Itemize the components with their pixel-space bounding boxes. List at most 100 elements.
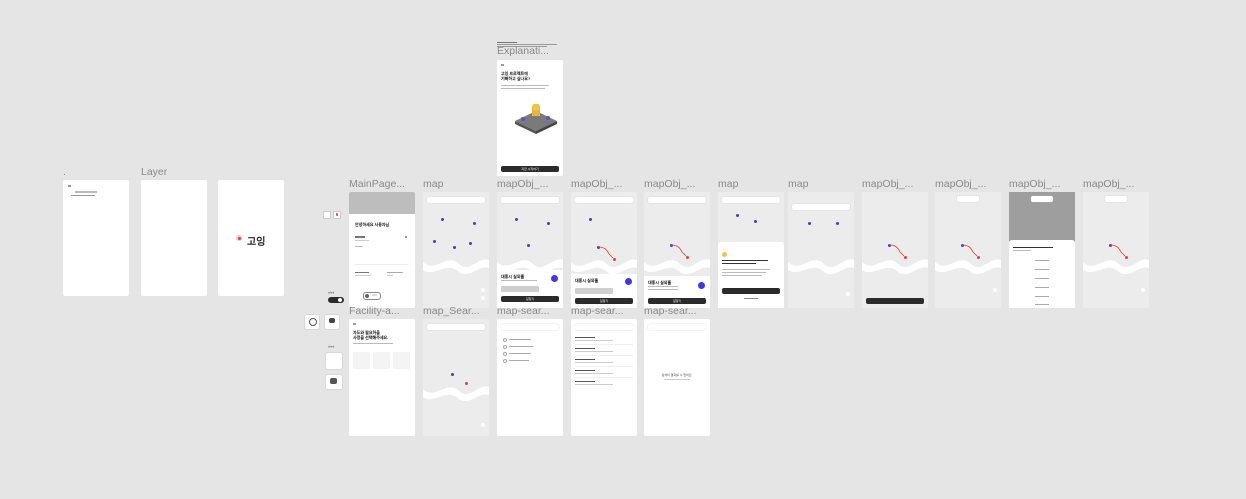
list-item[interactable] bbox=[509, 346, 533, 347]
option-item[interactable] bbox=[1035, 296, 1049, 297]
modal-sheet[interactable] bbox=[1009, 240, 1075, 308]
info-chip[interactable] bbox=[957, 196, 979, 202]
option-item[interactable] bbox=[1035, 287, 1049, 288]
frame-label[interactable]: map bbox=[718, 178, 782, 190]
route-button[interactable]: 길찾기 bbox=[648, 298, 706, 304]
more-icon[interactable]: ••• bbox=[328, 345, 334, 351]
destination-dot[interactable] bbox=[613, 258, 616, 261]
location-dot[interactable] bbox=[453, 246, 456, 249]
info-chip[interactable] bbox=[1105, 196, 1127, 202]
location-dot[interactable] bbox=[441, 218, 444, 221]
frame-label[interactable]: mapObj_... bbox=[1083, 178, 1147, 190]
frame-label[interactable]: map bbox=[788, 178, 852, 190]
secondary-link[interactable] bbox=[744, 298, 758, 299]
result-title[interactable] bbox=[575, 348, 595, 349]
frame-label[interactable]: Layer bbox=[141, 166, 167, 178]
frame-splash[interactable]: 고잉 bbox=[218, 180, 284, 296]
bottom-sheet[interactable]: 대흥시 실외홀 길찾기 bbox=[571, 274, 637, 308]
destination-dot[interactable] bbox=[465, 382, 468, 385]
wheelchair-option[interactable] bbox=[353, 352, 370, 369]
option-item[interactable] bbox=[1035, 269, 1049, 270]
frame-search-list[interactable] bbox=[497, 319, 563, 436]
frame-label[interactable]: MainPage... bbox=[349, 178, 413, 190]
locate-button[interactable] bbox=[846, 292, 850, 296]
frame-mapobj[interactable]: 대흥시 실외홀 길찾기 bbox=[644, 192, 710, 308]
locate-button[interactable] bbox=[1141, 288, 1145, 292]
wheelchair-icon-box[interactable] bbox=[305, 315, 319, 329]
route-button[interactable]: 길찾기 bbox=[575, 298, 633, 304]
chevron-right-icon[interactable] bbox=[405, 236, 407, 238]
location-dot[interactable] bbox=[515, 218, 518, 221]
frame-label[interactable]: mapObj_... bbox=[935, 178, 999, 190]
frame-label[interactable]: Facility-a... bbox=[349, 305, 413, 317]
frame-blank-1[interactable] bbox=[63, 180, 129, 296]
frame-label[interactable]: map-sear... bbox=[497, 305, 561, 317]
info-chip[interactable] bbox=[1031, 196, 1053, 202]
location-dot[interactable] bbox=[451, 373, 454, 376]
frame-label[interactable]: map bbox=[423, 178, 487, 190]
frame-map[interactable] bbox=[423, 192, 489, 308]
list-item[interactable] bbox=[509, 353, 531, 354]
location-dot[interactable] bbox=[754, 220, 757, 223]
option-item[interactable] bbox=[1035, 304, 1049, 305]
toggle-switch[interactable] bbox=[328, 297, 344, 303]
frame-mapobj[interactable] bbox=[862, 192, 928, 308]
frame-label[interactable]: map-sear... bbox=[644, 305, 708, 317]
frame-label[interactable]: map-sear... bbox=[571, 305, 635, 317]
frame-map-search[interactable] bbox=[423, 319, 489, 436]
stroller-icon-box[interactable] bbox=[325, 315, 339, 329]
locate-button[interactable] bbox=[481, 288, 485, 292]
destination-dot[interactable] bbox=[977, 256, 980, 259]
toggle-switch[interactable]: ON bbox=[363, 292, 381, 300]
search-bar[interactable] bbox=[722, 197, 780, 203]
result-title[interactable] bbox=[575, 370, 595, 371]
option-item[interactable] bbox=[1035, 278, 1049, 279]
frame-label[interactable]: mapObj_... bbox=[497, 178, 561, 190]
option-item[interactable] bbox=[1035, 260, 1049, 261]
component-icon[interactable] bbox=[323, 211, 331, 219]
destination-dot[interactable] bbox=[1125, 256, 1128, 259]
search-bar[interactable] bbox=[792, 204, 850, 210]
destination-dot[interactable] bbox=[686, 256, 689, 259]
search-bar[interactable] bbox=[427, 324, 485, 330]
location-dot[interactable] bbox=[836, 222, 839, 225]
search-bar[interactable] bbox=[648, 324, 706, 330]
destination-dot[interactable] bbox=[904, 256, 907, 259]
frame-label[interactable]: mapObj_... bbox=[571, 178, 635, 190]
result-title[interactable] bbox=[575, 337, 595, 338]
confirm-button[interactable] bbox=[722, 288, 780, 294]
location-dot[interactable] bbox=[547, 222, 550, 225]
frame-search-results[interactable] bbox=[571, 319, 637, 436]
placeholder-box[interactable] bbox=[326, 375, 342, 389]
location-dot[interactable] bbox=[473, 222, 476, 225]
frame-mapobj-modal[interactable] bbox=[1009, 192, 1075, 308]
frame-mapobj[interactable] bbox=[935, 192, 1001, 308]
location-dot[interactable] bbox=[808, 222, 811, 225]
frame-layer[interactable] bbox=[141, 180, 207, 296]
frame-label[interactable]: . bbox=[63, 166, 66, 178]
component-icon[interactable] bbox=[333, 211, 341, 219]
frame-label[interactable]: mapObj_... bbox=[644, 178, 708, 190]
route-button[interactable]: 길찾기 bbox=[501, 296, 559, 302]
frame-map[interactable] bbox=[788, 192, 854, 308]
location-dot[interactable] bbox=[469, 242, 472, 245]
facility-icon[interactable] bbox=[551, 275, 558, 282]
location-dot[interactable] bbox=[736, 214, 739, 217]
location-dot[interactable] bbox=[527, 244, 530, 247]
result-title[interactable] bbox=[575, 359, 595, 360]
placeholder-box[interactable] bbox=[326, 353, 342, 369]
locate-button[interactable] bbox=[481, 296, 485, 300]
search-bar[interactable] bbox=[648, 197, 706, 203]
search-bar[interactable] bbox=[575, 197, 633, 203]
bottom-sheet[interactable]: 대흥시 실외홀 길찾기 bbox=[644, 276, 710, 308]
frame-mainpage[interactable]: 안녕하세요 사용자님 ON bbox=[349, 192, 415, 308]
frame-map-popup[interactable] bbox=[718, 192, 784, 308]
frame-search-empty[interactable]: 검색어 결과를 수 없어요. bbox=[644, 319, 710, 436]
location-dot[interactable] bbox=[589, 218, 592, 221]
facility-icon[interactable] bbox=[698, 282, 705, 289]
list-item[interactable] bbox=[509, 339, 531, 340]
other-option[interactable] bbox=[393, 352, 410, 369]
frame-label[interactable]: map_Sear... bbox=[423, 305, 487, 317]
locate-button[interactable] bbox=[993, 288, 997, 292]
facility-icon[interactable] bbox=[625, 278, 632, 285]
